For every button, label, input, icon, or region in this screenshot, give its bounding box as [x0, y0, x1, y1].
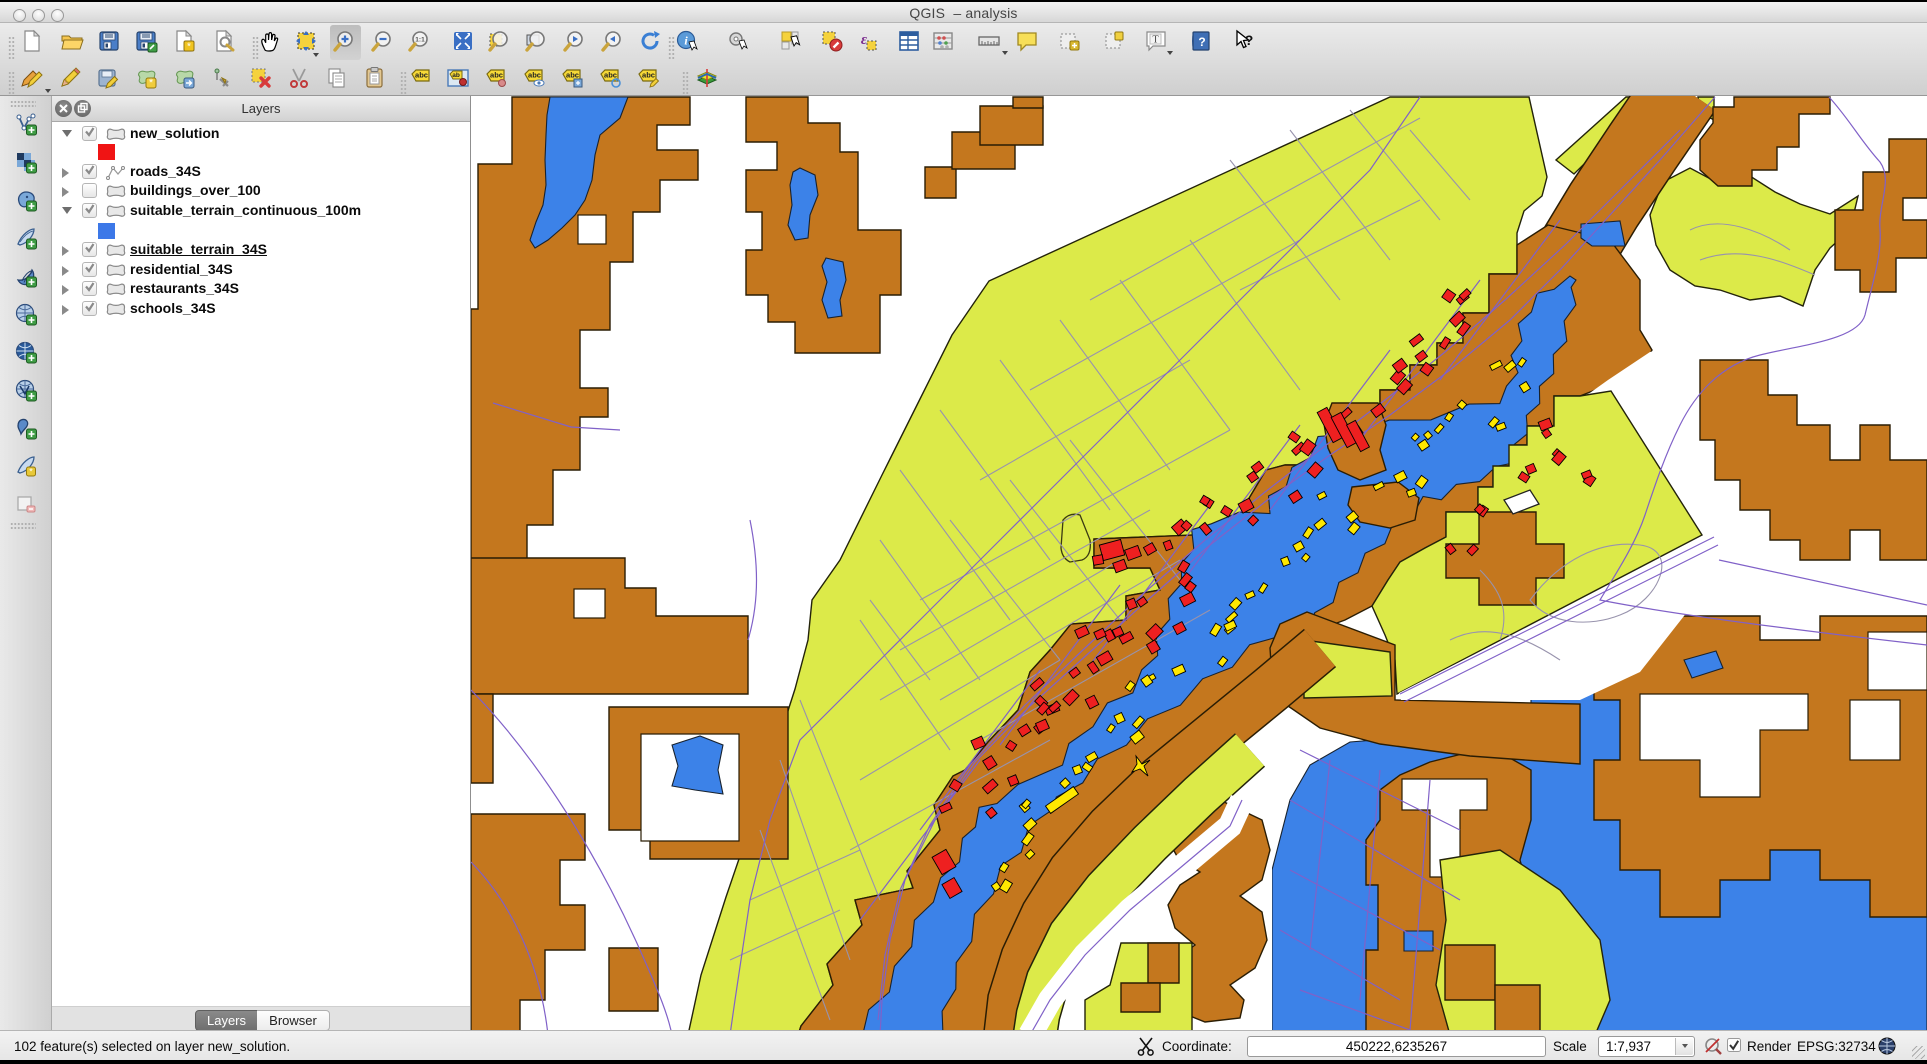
svg-text:*: * — [149, 77, 154, 89]
svg-text:?: ? — [1198, 35, 1205, 49]
svg-text:T: T — [1152, 35, 1158, 46]
svg-text:*: * — [29, 467, 33, 477]
svg-text:*: * — [187, 42, 191, 53]
svg-text:abc: abc — [415, 71, 428, 80]
svg-text:ab: ab — [452, 72, 460, 79]
svg-text:abc: abc — [604, 71, 617, 80]
svg-text:1:1: 1:1 — [415, 37, 425, 44]
svg-text:abc: abc — [528, 71, 541, 80]
svg-text:abc: abc — [566, 71, 579, 80]
svg-text:?: ? — [1245, 32, 1254, 48]
svg-text:abc: abc — [490, 71, 503, 80]
svg-text:ε: ε — [861, 32, 868, 48]
svg-text:abc: abc — [642, 71, 655, 80]
